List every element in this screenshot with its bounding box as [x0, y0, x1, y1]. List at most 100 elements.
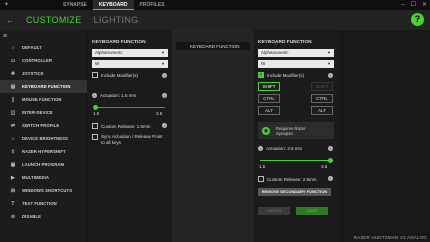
title-bar: ✦ SYNAPSE KEYBOARD PROFILES – ☐ ✕ [0, 0, 430, 10]
cancel-button[interactable]: CANCEL [258, 207, 290, 215]
multimedia-icon: ▶ [11, 174, 15, 181]
primary-key-select[interactable]: W ▼ [92, 60, 168, 68]
windows-icon: ⊞ [10, 187, 16, 194]
sidebar-item-inter-device[interactable]: ◫ INTER-DEVICE [0, 106, 87, 119]
window-controls: – ☐ ✕ [401, 0, 427, 10]
devices-icon: ◫ [10, 109, 16, 116]
tab-lighting[interactable]: LIGHTING [94, 15, 139, 25]
sidebar-item-multimedia[interactable]: ▶ MULTIMEDIA [0, 171, 87, 184]
sync-actuation-option[interactable]: Sync Actuation / Release Point to all ke… [92, 134, 168, 145]
primary-slider-min: 1.5 [93, 111, 100, 116]
back-arrow-icon[interactable]: ← [6, 16, 14, 25]
close-icon[interactable]: ✕ [422, 0, 427, 10]
info-icon[interactable]: i [92, 93, 97, 98]
modifier-left-shift[interactable]: SHIFT [258, 82, 280, 91]
secondary-slider-min: 1.5 [259, 164, 266, 169]
info-icon[interactable]: i [162, 93, 167, 98]
checkbox[interactable] [258, 176, 264, 182]
tab-synapse[interactable]: SYNAPSE [57, 0, 93, 10]
secondary-custom-release[interactable]: Custom Release: 2.5mm [258, 176, 317, 182]
info-icon[interactable]: i [162, 123, 167, 128]
primary-slider-max: 3.6 [156, 111, 163, 116]
razer-synapse-icon: ◉ [262, 126, 270, 135]
modifier-left-alt[interactable]: ALT [258, 106, 280, 115]
tab-customize[interactable]: CUSTOMIZE [26, 15, 82, 25]
sidebar-item-text-function[interactable]: T TEXT FUNCTION [0, 197, 87, 210]
checkbox[interactable] [92, 134, 98, 140]
modifier-left-ctrl[interactable]: CTRL [258, 94, 280, 103]
hypershift-icon: ⇧ [10, 148, 16, 155]
sidebar-item-joystick[interactable]: ✥ JOYSTICK [0, 67, 87, 80]
mouse-icon: ▯ [11, 96, 15, 103]
sidebar-item-disable[interactable]: ⊘ DISABLE [0, 210, 87, 223]
sidebar-item-default[interactable]: ○ DEFAULT [0, 41, 87, 54]
top-tabs: SYNAPSE KEYBOARD PROFILES [57, 0, 171, 10]
chevron-down-icon: ▼ [327, 61, 331, 66]
sidebar-item-label: TEXT FUNCTION [22, 201, 57, 206]
maximize-icon[interactable]: ☐ [411, 0, 416, 10]
primary-mode-select[interactable]: Alphanumeric ▼ [92, 49, 168, 57]
sidebar-item-label: WINDOWS SHORTCUTS [22, 188, 73, 193]
secondary-slider-knob[interactable] [328, 158, 333, 163]
sidebar-item-label: CONTROLLER [22, 58, 53, 63]
switch-icon: ⇄ [10, 122, 16, 129]
remove-secondary-function-button[interactable]: REMOVE SECONDARY FUNCTION [258, 188, 331, 196]
secondary-mode-select[interactable]: Alphanumeric ▼ [258, 49, 334, 57]
sidebar-item-label: DEFAULT [22, 45, 42, 50]
info-icon[interactable]: i [162, 73, 167, 78]
secondary-slider-max: 3.6 [321, 164, 328, 169]
checkbox-checked[interactable]: ✓ [258, 72, 264, 78]
sidebar-item-windows-shortcuts[interactable]: ⊞ WINDOWS SHORTCUTS [0, 184, 87, 197]
hamburger-menu-icon[interactable]: ≡ [3, 33, 7, 40]
secondary-include-modifiers[interactable]: ✓ Include Modifier(s) [258, 72, 304, 78]
tab-keyboard[interactable]: KEYBOARD [92, 0, 134, 10]
sidebar-item-label: MULTIMEDIA [22, 175, 49, 180]
modifier-right-ctrl[interactable]: CTRL [311, 94, 333, 103]
sidebar-item-device-brightness[interactable]: ☼ DEVICE BRIGHTNESS [0, 132, 87, 145]
device-preview-area: RAZER HUNTSMAN V2 ANALOG [339, 30, 430, 242]
help-button[interactable]: ? [411, 13, 424, 26]
sidebar-item-mouse-function[interactable]: ▯ MOUSE FUNCTION [0, 93, 87, 106]
info-icon[interactable]: i [258, 146, 263, 151]
primary-actuation-slider[interactable] [95, 107, 165, 108]
secondary-key-select[interactable]: W ▼ [258, 60, 334, 68]
checkbox[interactable] [92, 123, 98, 129]
primary-include-modifiers[interactable]: Include Modifier(s) [92, 72, 138, 78]
save-button[interactable]: SAVE [296, 207, 328, 215]
info-icon[interactable]: i [328, 73, 333, 78]
sidebar-item-label: MOUSE FUNCTION [22, 97, 62, 102]
chevron-down-icon: ▼ [327, 50, 331, 55]
gamepad-icon: ▭ [10, 57, 16, 64]
sidebar-item-keyboard-function[interactable]: ▤ KEYBOARD FUNCTION [0, 80, 87, 93]
checkbox[interactable] [92, 72, 98, 78]
function-list: ○ DEFAULT ▭ CONTROLLER ✥ JOYSTICK ▤ KEYBOARD… [0, 41, 87, 223]
middle-panel: KEYBOARD FUNCTION [172, 30, 254, 242]
primary-function-panel: KEYBOARD FUNCTION Alphanumeric ▼ W ▼ Inclu… [88, 30, 171, 242]
modifier-right-shift[interactable]: SHIFT [311, 82, 333, 91]
secondary-actuation-label: i Actuation: 3.6 mm [258, 146, 302, 151]
synapse-requirement-note: ◉ Requires Razer Synapse [258, 122, 334, 139]
chevron-down-icon: ▼ [161, 50, 165, 55]
function-sidebar: ≡ ○ DEFAULT ▭ CONTROLLER ✥ JOYSTICK ▤ KEYBOA… [0, 30, 87, 242]
info-icon[interactable]: i [328, 176, 333, 181]
text-icon: T [11, 200, 15, 207]
launch-icon: ▣ [10, 161, 16, 168]
circle-icon: ○ [11, 44, 15, 51]
sidebar-item-razer-hypershift[interactable]: ⇧ RAZER HYPERSHIFT [0, 145, 87, 158]
sidebar-item-label: INTER-DEVICE [22, 110, 53, 115]
sidebar-item-label: RAZER HYPERSHIFT [22, 149, 66, 154]
sidebar-item-label: JOYSTICK [22, 71, 44, 76]
joystick-icon: ✥ [10, 70, 16, 77]
primary-custom-release[interactable]: Custom Release: 1.5mm [92, 123, 151, 129]
primary-slider-knob[interactable] [93, 105, 98, 110]
modifier-right-alt[interactable]: ALT [311, 106, 333, 115]
sidebar-item-controller[interactable]: ▭ CONTROLLER [0, 54, 87, 67]
secondary-panel-title: KEYBOARD FUNCTION [258, 40, 312, 45]
tab-profiles[interactable]: PROFILES [134, 0, 171, 10]
info-icon[interactable]: i [328, 146, 333, 151]
chevron-down-icon: ▼ [161, 61, 165, 66]
minimize-icon[interactable]: – [401, 0, 404, 10]
sidebar-item-switch-profile[interactable]: ⇄ SWITCH PROFILE [0, 119, 87, 132]
sidebar-item-launch-program[interactable]: ▣ LAUNCH PROGRAM [0, 158, 87, 171]
device-name: RAZER HUNTSMAN V2 ANALOG [353, 235, 427, 240]
